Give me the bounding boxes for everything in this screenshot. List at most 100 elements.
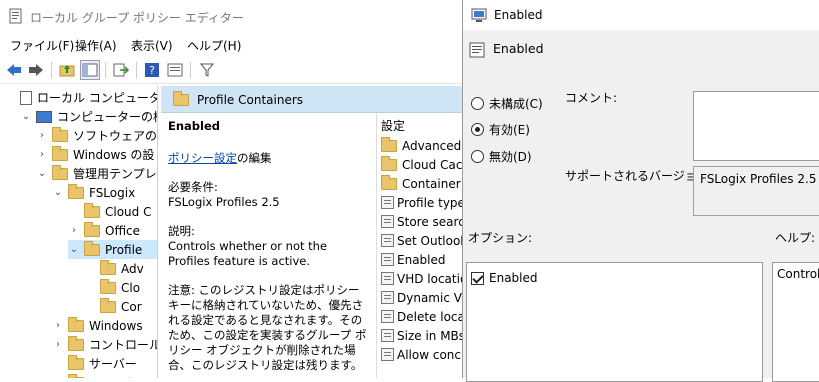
toolbar: ? bbox=[0, 56, 462, 84]
setting-row[interactable]: VHD location bbox=[381, 269, 462, 288]
tree-node[interactable]: › Office bbox=[68, 221, 140, 240]
tree-node[interactable]: ⌄ Profile bbox=[68, 240, 157, 259]
supported-value: FSLogix Profiles 2.5 bbox=[700, 172, 817, 186]
radio-enabled-label: 有効(E) bbox=[489, 123, 530, 137]
chevron-down-icon[interactable]: ⌄ bbox=[52, 187, 64, 198]
menu-action[interactable]: 操作(A) bbox=[75, 37, 117, 54]
tree-node-label: Office bbox=[105, 223, 141, 238]
folder-icon bbox=[100, 297, 116, 313]
settings-list: 設定 Advanced Cloud Cache Container and Profi… bbox=[376, 113, 462, 378]
tree-node[interactable]: ⌄ FSLogix bbox=[52, 183, 135, 202]
chevron-down-icon[interactable]: ⌄ bbox=[68, 244, 80, 255]
settings-column-header[interactable]: 設定 bbox=[381, 117, 405, 134]
title-bar[interactable]: ローカル グループ ポリシー エディター bbox=[0, 0, 462, 32]
policy-setting-icon bbox=[381, 215, 394, 228]
radio-disabled[interactable]: 無効(D) bbox=[471, 148, 532, 165]
chevron-right-icon[interactable]: › bbox=[52, 339, 64, 350]
chevron-right-icon[interactable]: › bbox=[68, 225, 80, 236]
tree-node[interactable]: Adv bbox=[84, 259, 144, 278]
tree-node[interactable]: › コントロール bbox=[52, 335, 157, 354]
setting-label: Set Outlook bbox=[397, 233, 462, 248]
filter-icon[interactable] bbox=[197, 60, 217, 80]
category-title: Profile Containers bbox=[197, 93, 304, 107]
tree-node-label: ローカル コンピューター ポ bbox=[37, 91, 157, 105]
radio-not-configured[interactable]: 未構成(C) bbox=[471, 95, 543, 112]
radio-enabled[interactable]: 有効(E) bbox=[471, 121, 530, 138]
tree-node[interactable]: ⌄ 管理用テンプレ bbox=[36, 164, 157, 183]
folder-icon bbox=[68, 316, 84, 332]
tree-node[interactable]: ⌄ コンピューターの構成 bbox=[20, 107, 157, 126]
tree-node[interactable]: Cloud C bbox=[68, 202, 151, 221]
setting-row[interactable]: Set Outlook bbox=[381, 231, 462, 250]
folder-icon bbox=[100, 278, 116, 294]
forward-arrow-icon[interactable] bbox=[26, 60, 46, 80]
folder-icon bbox=[52, 164, 68, 180]
comment-textarea[interactable] bbox=[693, 91, 819, 161]
tree-node[interactable]: ローカル コンピューター ポ bbox=[4, 88, 157, 107]
requirements-value: FSLogix Profiles 2.5 bbox=[168, 195, 280, 209]
setting-row[interactable]: Advanced bbox=[381, 136, 461, 155]
setting-label: Store search bbox=[397, 214, 462, 229]
tree-node[interactable]: Cor bbox=[84, 297, 142, 316]
chevron-right-icon[interactable]: › bbox=[36, 130, 48, 141]
setting-row[interactable]: Container and bbox=[381, 174, 462, 193]
tree-node-label: Windows の設 bbox=[73, 148, 155, 162]
chevron-down-icon[interactable]: ⌄ bbox=[36, 168, 48, 179]
setting-row[interactable]: Dynamic VHD bbox=[381, 288, 462, 307]
tree-node[interactable]: サーバー bbox=[52, 354, 137, 373]
tree-node-label: FSLogix bbox=[89, 185, 136, 200]
tree-node[interactable]: ›システム bbox=[52, 373, 137, 378]
tree-node[interactable]: › Windows bbox=[52, 316, 143, 335]
menu-view[interactable]: 表示(V) bbox=[131, 37, 173, 54]
tree-node-label: サーバー bbox=[89, 357, 137, 371]
options-pane: Enabled bbox=[466, 262, 763, 382]
radio-disabled-label: 無効(D) bbox=[489, 150, 532, 164]
help-icon[interactable]: ? bbox=[142, 60, 162, 80]
menu-help[interactable]: ヘルプ(H) bbox=[187, 37, 241, 54]
up-folder-icon[interactable] bbox=[57, 60, 77, 80]
policy-heading: Enabled bbox=[168, 119, 221, 133]
category-header: Profile Containers bbox=[161, 86, 462, 113]
policy-setting-icon bbox=[469, 42, 485, 58]
policy-setting-icon bbox=[381, 272, 394, 285]
window-title: ローカル グループ ポリシー エディター bbox=[30, 11, 244, 25]
setting-row[interactable]: Profile type bbox=[381, 193, 462, 212]
setting-row[interactable]: Store search bbox=[381, 212, 462, 231]
back-arrow-icon[interactable] bbox=[4, 60, 24, 80]
setting-row[interactable]: Allow concu bbox=[381, 345, 462, 364]
folder-icon bbox=[84, 240, 100, 256]
folder-icon bbox=[381, 136, 397, 152]
computer-icon bbox=[36, 110, 52, 123]
folder-icon bbox=[68, 335, 84, 351]
setting-row[interactable]: Delete local bbox=[381, 307, 462, 326]
policy-setting-icon bbox=[381, 291, 394, 304]
tree-node-label: Clo bbox=[121, 280, 141, 295]
show-hide-tree-icon[interactable] bbox=[80, 60, 100, 80]
tree-node[interactable]: › ソフトウェアの設 bbox=[36, 126, 157, 145]
setting-row[interactable]: Cloud Cache bbox=[381, 155, 462, 174]
chevron-right-icon[interactable]: › bbox=[52, 320, 64, 331]
gpedit-app-icon bbox=[9, 8, 22, 24]
setting-row[interactable]: Enabled bbox=[381, 250, 446, 269]
menu-file[interactable]: ファイル(F) bbox=[10, 37, 74, 54]
gpedit-window: ローカル グループ ポリシー エディター ファイル(F) 操作(A) 表示(V)… bbox=[0, 0, 462, 378]
setting-label: Size in MBs bbox=[397, 328, 462, 343]
dialog-title-bar[interactable]: Enabled bbox=[463, 0, 819, 30]
setting-row[interactable]: Size in MBs bbox=[381, 326, 462, 345]
export-list-icon[interactable] bbox=[111, 60, 131, 80]
extended-description-pane: Enabled ポリシー設定の編集 必要条件: FSLogix Profiles… bbox=[161, 113, 376, 378]
chevron-down-icon[interactable]: ⌄ bbox=[20, 111, 32, 122]
properties-icon[interactable] bbox=[165, 60, 185, 80]
tree-node-label: コンピューターの構成 bbox=[57, 110, 157, 124]
enabled-checkbox[interactable]: Enabled bbox=[471, 271, 538, 285]
policy-setting-icon bbox=[381, 196, 394, 209]
dialog-title: Enabled bbox=[494, 8, 543, 22]
setting-label: Delete local bbox=[397, 309, 462, 324]
policy-setting-icon bbox=[381, 348, 394, 361]
comment-label: コメント: bbox=[565, 91, 618, 105]
edit-policy-link[interactable]: ポリシー設定 bbox=[168, 151, 237, 165]
tree-node[interactable]: Clo bbox=[84, 278, 140, 297]
policy-document-icon bbox=[20, 90, 32, 105]
tree-node[interactable]: › Windows の設 bbox=[36, 145, 154, 164]
chevron-right-icon[interactable]: › bbox=[36, 149, 48, 160]
